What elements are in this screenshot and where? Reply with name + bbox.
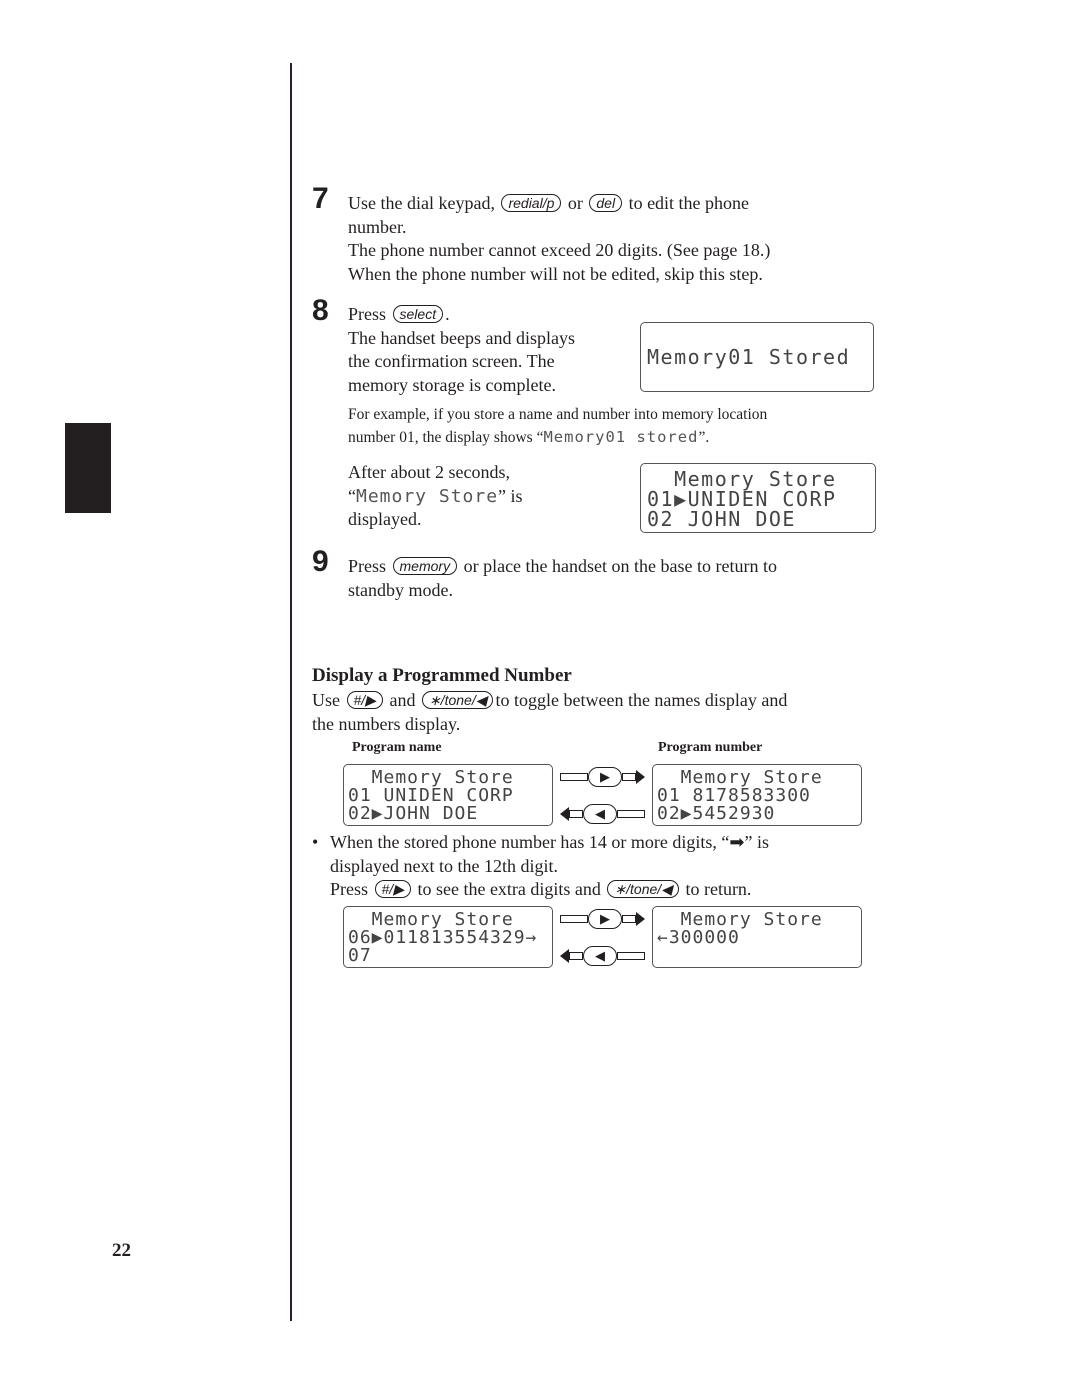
next-icon: ▶ [588,909,622,929]
arrow-shaft [622,915,636,923]
lcd-extra-digits: Memory Store ←300000 [652,906,862,968]
nav-next-arrow: ▶ [560,767,645,787]
text: number 01, the display shows “ [348,429,544,446]
lcd-stored: Memory01 Stored [640,322,874,392]
lcd-program-number: Memory Store 01 8178583300 02▶5452930 [652,764,862,826]
arrow-shaft [622,773,636,781]
prev-icon: ◀ [583,946,617,966]
text: memory storage is complete. [348,374,556,395]
nav-prev-arrow: ◀ [560,804,645,824]
nav-next-arrow: ▶ [560,909,645,929]
text: or place the handset on the base to retu… [463,556,777,576]
arrow-head-icon [636,770,645,784]
step-number-8: 8 [312,294,329,327]
text: After about 2 seconds, [348,462,510,482]
section-intro: Use #/▶ and ∗/tone/◀ to toggle between th… [312,689,787,736]
step-number-7: 7 [312,182,329,215]
text: The handset beeps and displays [348,327,575,348]
step8-text: Press select. The handset beeps and disp… [348,303,575,397]
hash-next-key: #/▶ [374,880,411,898]
lcd-inline: Memory Store [356,485,499,507]
page-number: 22 [112,1240,131,1261]
text: to return. [685,879,752,899]
lcd-row: 02▶5452930 [657,803,776,824]
note-bullet: • [312,832,319,852]
text: Use [312,690,340,710]
lcd-row: 06▶011813554329→ [348,927,538,948]
after-text: After about 2 seconds, “Memory Store” is… [348,461,523,532]
select-key: select [392,305,444,323]
text: or [567,193,583,213]
arrow-shaft [569,810,583,818]
hash-next-key: #/▶ [346,691,383,709]
text: standby mode. [348,579,453,600]
lcd-row: ←300000 [657,927,740,948]
step7-text: Use the dial keypad, redial/p or del to … [348,192,770,286]
lcd-row: 01▶UNIDEN CORP [647,487,837,511]
text: to see the extra digits and [417,879,601,899]
text: ” is [498,485,523,506]
text: to toggle between the names display and [495,690,788,710]
lcd-row: Memory01 Stored [647,345,851,369]
arrow-shaft [617,810,645,818]
arrow-shaft [617,952,645,960]
text: The phone number cannot exceed 20 digits… [348,240,771,260]
text: number. [348,216,407,237]
text: ” is [744,832,770,852]
lcd-program-name: Memory Store 01 UNIDEN CORP 02▶JOHN DOE [343,764,553,826]
text: When the stored phone number has 14 or m… [330,832,730,852]
text: to edit the phone [628,193,750,213]
text: Press [348,304,387,324]
col-program-number: Program number [658,740,763,755]
text: and [389,690,416,710]
lcd-row: Memory Store [647,467,837,491]
text: “ [348,485,356,506]
arrow-shaft [560,773,588,781]
del-key: del [589,194,623,212]
text: the numbers display. [312,713,461,734]
nav-prev-arrow: ◀ [560,946,645,966]
right-arrow-icon: ➡ [729,832,745,852]
lcd-row: 07 [348,945,372,966]
section-heading: Display a Programmed Number [312,665,572,686]
arrow-head-icon [560,807,569,821]
lcd-row: 02▶JOHN DOE [348,803,479,824]
step-number-9: 9 [312,545,329,578]
chapter-tab [65,423,111,513]
margin-rule [290,63,292,1321]
prev-icon: ◀ [583,804,617,824]
text: When the phone number will not be edited… [348,263,763,284]
step9-text: Press memory or place the handset on the… [348,555,777,602]
text: For example, if you store a name and num… [348,406,768,423]
lcd-inline: Memory01 stored [543,428,699,446]
arrow-shaft [569,952,583,960]
memory-key: memory [392,557,458,575]
text: . [445,304,450,324]
note-text: When the stored phone number has 14 or m… [330,831,769,902]
lcd-row: 02 JOHN DOE [647,507,796,531]
text: Press [330,879,369,899]
arrow-head-icon [636,912,645,926]
star-tone-prev-key: ∗/tone/◀ [607,880,679,898]
redial-key: redial/p [501,194,562,212]
text: displayed next to the 12th digit. [330,855,558,876]
lcd-memory-store: Memory Store 01▶UNIDEN CORP 02 JOHN DOE [640,463,876,533]
text: Use the dial keypad, [348,193,495,213]
text: the confirmation screen. The [348,351,555,371]
text: displayed. [348,509,422,529]
arrow-head-icon [560,949,569,963]
star-tone-prev-key: ∗/tone/◀ [421,691,494,709]
text: Press [348,556,387,576]
next-icon: ▶ [588,767,622,787]
text: ”. [698,429,710,446]
col-program-name: Program name [352,740,442,755]
example-text: For example, if you store a name and num… [348,403,767,449]
lcd-long-number: Memory Store 06▶011813554329→ 07 [343,906,553,968]
arrow-shaft [560,915,588,923]
